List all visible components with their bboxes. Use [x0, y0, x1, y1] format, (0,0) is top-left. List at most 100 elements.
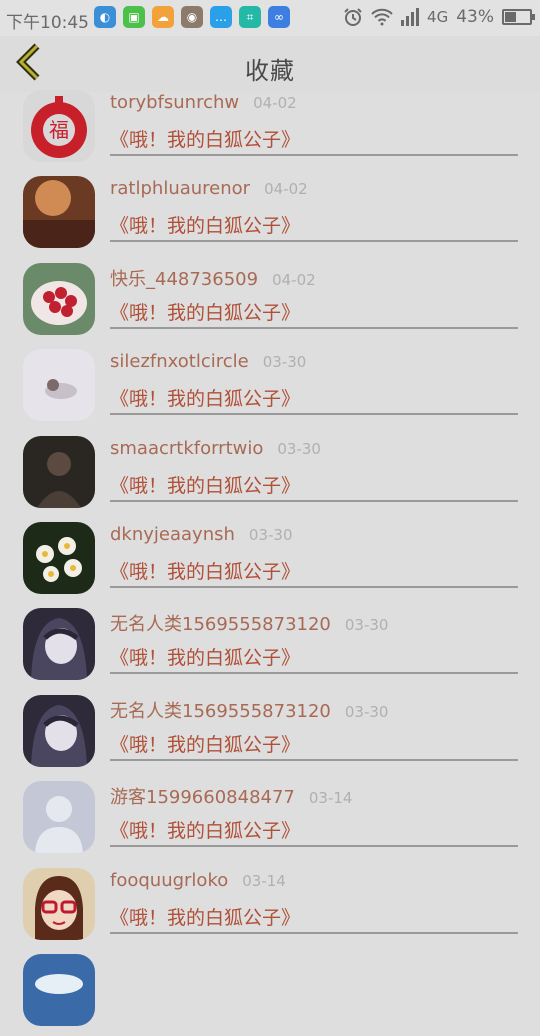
user-name-text: 无名人类1569555873120 — [110, 700, 331, 722]
book-title[interactable]: 《哦！我的白狐公子》 — [110, 125, 300, 152]
svg-text:福: 福 — [49, 118, 69, 142]
avatar[interactable] — [23, 435, 95, 508]
book-title[interactable]: 《哦！我的白狐公子》 — [110, 384, 300, 411]
wifi-icon — [371, 8, 393, 26]
book-title[interactable]: 《哦！我的白狐公子》 — [110, 903, 300, 930]
user-name-text: torybfsunrchw — [110, 92, 240, 113]
favorite-item[interactable]: fooquugrloko 03-14 《哦！我的白狐公子》 — [0, 864, 540, 950]
book-title[interactable]: 《哦！我的白狐公子》 — [110, 643, 300, 670]
favorite-item[interactable] — [0, 950, 540, 1036]
avatar-image — [23, 781, 95, 854]
avatar-image: 福 — [23, 90, 95, 162]
user-name: silezfnxotlcircle 03-30 — [110, 351, 306, 372]
favorite-date: 03-30 — [262, 353, 307, 372]
user-name: fooquugrloko 03-14 — [110, 870, 286, 891]
user-name-text: smaacrtkforrtwio — [110, 437, 264, 459]
favorite-item[interactable]: 福 torybfsunrchw 04-02 《哦！我的白狐公子》 — [0, 86, 540, 172]
divider — [110, 326, 518, 329]
favorite-item[interactable]: 无名人类1569555873120 03-30 《哦！我的白狐公子》 — [0, 604, 540, 690]
user-name: ratlphluaurenor 04-02 — [110, 178, 308, 199]
status-bar: 下午10:45 ◐ ▣ ☁ ◉ … ⌗ ∞ 4G 43% — [0, 0, 540, 36]
avatar[interactable]: 福 — [23, 90, 95, 162]
network-type: 4G — [427, 8, 449, 26]
favorite-date: 04-02 — [264, 180, 308, 199]
favorite-date: 03-14 — [242, 871, 286, 890]
avatar-image — [23, 435, 95, 508]
header-bar: 收藏 — [0, 36, 540, 92]
signal-icon — [401, 8, 420, 26]
favorites-list: 福 torybfsunrchw 04-02 《哦！我的白狐公子》 ratlphluaur… — [0, 86, 540, 1036]
user-name-text: 无名人类1569555873120 — [110, 614, 331, 636]
divider — [110, 758, 518, 761]
favorite-date: 04-02 — [253, 94, 297, 112]
eye-app-icon: ◉ — [181, 6, 203, 28]
user-name-text: ratlphluaurenor — [110, 178, 251, 200]
favorite-item[interactable]: 无名人类1569555873120 03-30 《哦！我的白狐公子》 — [0, 691, 540, 777]
avatar[interactable] — [23, 694, 95, 767]
avatar[interactable] — [23, 867, 95, 940]
user-name: torybfsunrchw 04-02 — [110, 92, 297, 113]
avatar-image — [23, 521, 95, 594]
avatar-image — [23, 608, 95, 681]
avatar-image — [23, 953, 95, 1026]
battery-percent: 43% — [456, 7, 494, 27]
scanner-icon: ⌗ — [239, 6, 261, 28]
divider — [110, 240, 518, 243]
weather-icon: ☁ — [152, 6, 174, 28]
book-title[interactable]: 《哦！我的白狐公子》 — [110, 816, 300, 843]
favorite-item[interactable]: smaacrtkforrtwio 03-30 《哦！我的白狐公子》 — [0, 432, 540, 518]
status-time: 下午10:45 — [6, 13, 89, 33]
favorite-date: 03-30 — [344, 616, 389, 635]
avatar[interactable] — [23, 262, 95, 335]
avatar[interactable] — [23, 521, 95, 594]
book-title[interactable]: 《哦！我的白狐公子》 — [110, 211, 300, 238]
notification-icons: ◐ ▣ ☁ ◉ … ⌗ ∞ — [94, 6, 290, 28]
favorite-item[interactable]: 游客1599660848477 03-14 《哦！我的白狐公子》 — [0, 777, 540, 863]
user-name-text: fooquugrloko — [110, 869, 229, 891]
user-name-text: 游客1599660848477 — [110, 787, 295, 809]
alarm-icon — [344, 8, 362, 26]
user-name: smaacrtkforrtwio 03-30 — [110, 438, 321, 459]
divider — [110, 499, 518, 502]
user-name: 无名人类1569555873120 03-30 — [110, 610, 388, 636]
divider — [110, 413, 518, 416]
avatar[interactable] — [23, 176, 95, 249]
avatar[interactable] — [23, 349, 95, 422]
page-title: 收藏 — [245, 57, 295, 85]
book-title[interactable]: 《哦！我的白狐公子》 — [110, 730, 300, 757]
divider — [110, 845, 518, 848]
divider — [110, 585, 518, 588]
book-title[interactable]: 《哦！我的白狐公子》 — [110, 557, 300, 584]
favorite-item[interactable]: dknyjeaaynsh 03-30 《哦！我的白狐公子》 — [0, 518, 540, 604]
status-indicators: 4G 43% — [343, 7, 535, 27]
user-name-text: silezfnxotlcircle — [110, 351, 249, 373]
avatar-image — [23, 349, 95, 422]
favorite-item[interactable]: 快乐_448736509 04-02 《哦！我的白狐公子》 — [0, 259, 540, 345]
book-title[interactable]: 《哦！我的白狐公子》 — [110, 471, 300, 498]
avatar-image — [23, 262, 95, 335]
favorite-item[interactable]: silezfnxotlcircle 03-30 《哦！我的白狐公子》 — [0, 345, 540, 431]
avatar[interactable] — [23, 608, 95, 681]
messenger-icon: ∞ — [268, 6, 290, 28]
avatar[interactable] — [23, 953, 95, 1026]
favorite-date: 03-14 — [308, 789, 353, 808]
battery-icon — [502, 9, 535, 25]
user-name-text: 快乐_448736509 — [110, 268, 259, 290]
chat-icon: … — [210, 6, 232, 28]
favorite-date: 03-30 — [277, 439, 321, 458]
divider — [110, 672, 518, 675]
divider — [110, 154, 518, 156]
favorite-date: 04-02 — [272, 270, 316, 289]
user-name-text: dknyjeaaynsh — [110, 523, 235, 545]
favorite-date: 03-30 — [248, 525, 293, 544]
favorite-item[interactable]: ratlphluaurenor 04-02 《哦！我的白狐公子》 — [0, 172, 540, 258]
avatar-image — [23, 694, 95, 767]
book-title[interactable]: 《哦！我的白狐公子》 — [110, 298, 300, 325]
avatar[interactable] — [23, 781, 95, 854]
user-name: 游客1599660848477 03-14 — [110, 783, 352, 809]
browser-icon: ◐ — [94, 6, 116, 28]
android-market-icon: ▣ — [123, 6, 145, 28]
user-name: dknyjeaaynsh 03-30 — [110, 524, 293, 545]
user-name: 快乐_448736509 04-02 — [110, 265, 316, 291]
favorite-date: 03-30 — [344, 702, 389, 721]
